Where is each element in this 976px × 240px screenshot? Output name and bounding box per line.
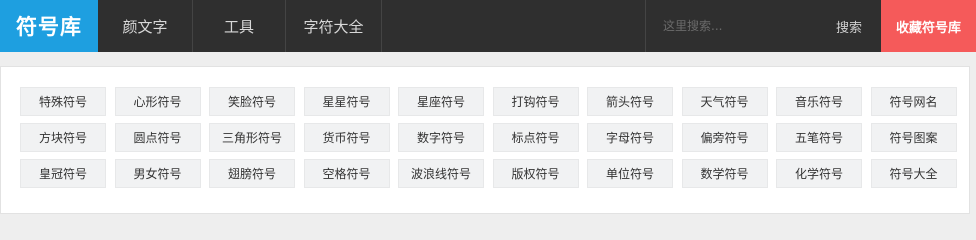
nav-item-kaomoji[interactable]: 颜文字 xyxy=(98,0,193,52)
category-link[interactable]: 圆点符号 xyxy=(114,123,201,152)
category-link[interactable]: 波浪线符号 xyxy=(398,159,484,188)
nav-item-characters[interactable]: 字符大全 xyxy=(286,0,382,52)
category-link[interactable]: 心形符号 xyxy=(114,87,201,116)
category-link[interactable]: 单位符号 xyxy=(587,159,673,188)
category-grid: 特殊符号 心形符号 笑脸符号 星星符号 星座符号 打钩符号 箭头符号 天气符号 音乐符号 符号网名… xyxy=(20,87,957,188)
search-input[interactable] xyxy=(647,0,817,52)
category-link[interactable]: 皇冠符号 xyxy=(20,159,106,188)
category-link[interactable]: 打钩符号 xyxy=(492,87,579,116)
category-link[interactable]: 字母符号 xyxy=(587,123,673,152)
category-link[interactable]: 星座符号 xyxy=(398,87,484,116)
nav-item-tools[interactable]: 工具 xyxy=(193,0,286,52)
favorite-button[interactable]: 收藏符号库 xyxy=(881,0,976,52)
category-link[interactable]: 空格符号 xyxy=(303,159,390,188)
category-link[interactable]: 笑脸符号 xyxy=(209,87,295,116)
category-link[interactable]: 音乐符号 xyxy=(776,87,862,116)
category-link[interactable]: 货币符号 xyxy=(303,123,390,152)
category-panel: 特殊符号 心形符号 笑脸符号 星星符号 星座符号 打钩符号 箭头符号 天气符号 音乐符号 符号网名… xyxy=(0,66,970,214)
category-link[interactable]: 特殊符号 xyxy=(20,87,106,116)
category-link[interactable]: 符号网名 xyxy=(870,87,957,116)
site-logo[interactable]: 符号库 xyxy=(0,0,98,52)
category-link[interactable]: 数学符号 xyxy=(681,159,768,188)
category-link[interactable]: 符号图案 xyxy=(870,123,957,152)
search-button[interactable]: 搜索 xyxy=(817,0,881,52)
search-divider xyxy=(645,0,646,52)
category-link[interactable]: 版权符号 xyxy=(492,159,579,188)
category-link[interactable]: 数字符号 xyxy=(398,123,484,152)
category-link[interactable]: 男女符号 xyxy=(114,159,201,188)
category-link[interactable]: 翅膀符号 xyxy=(209,159,295,188)
category-link[interactable]: 方块符号 xyxy=(20,123,106,152)
category-link[interactable]: 五笔符号 xyxy=(776,123,862,152)
category-link[interactable]: 星星符号 xyxy=(303,87,390,116)
category-link[interactable]: 箭头符号 xyxy=(587,87,673,116)
category-link[interactable]: 天气符号 xyxy=(681,87,768,116)
category-link[interactable]: 符号大全 xyxy=(870,159,957,188)
top-navigation-bar: 符号库 颜文字 工具 字符大全 搜索 收藏符号库 xyxy=(0,0,976,52)
category-link[interactable]: 化学符号 xyxy=(776,159,862,188)
category-link[interactable]: 偏旁符号 xyxy=(681,123,768,152)
category-link[interactable]: 标点符号 xyxy=(492,123,579,152)
main-nav: 颜文字 工具 字符大全 xyxy=(98,0,382,52)
category-link[interactable]: 三角形符号 xyxy=(209,123,295,152)
